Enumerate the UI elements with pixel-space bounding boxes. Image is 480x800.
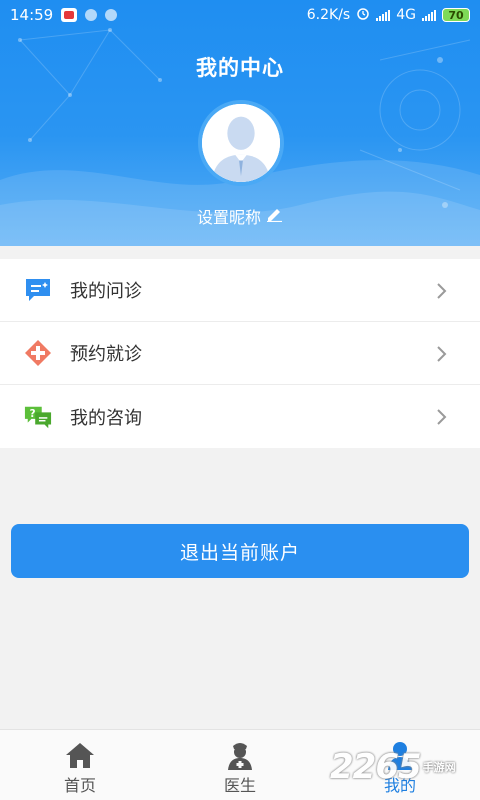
menu-item-my-inquiries[interactable]: ? 我的咨询 (0, 385, 480, 448)
notification-dot-icon (85, 9, 98, 21)
chevron-right-icon (436, 407, 448, 427)
notification-app-icon (61, 8, 78, 22)
network-speed: 6.2K/s (306, 7, 351, 23)
network-type: 4G (396, 7, 416, 23)
menu-item-label: 我的咨询 (70, 407, 142, 429)
chevron-right-icon (436, 281, 448, 301)
bottom-tab-bar: 首页 医生 我的 (0, 729, 480, 800)
chevron-right-icon (436, 344, 448, 364)
status-time: 14:59 (10, 6, 54, 24)
set-nickname-link[interactable]: 设置昵称 (0, 204, 480, 228)
menu-item-appointment[interactable]: 预约就诊 (0, 322, 480, 385)
status-bar: 14:59 6.2K/s 4G 70 (0, 0, 480, 30)
alarm-icon (356, 6, 370, 24)
page-title: 我的中心 (196, 56, 284, 80)
battery-icon: 70 (442, 8, 470, 22)
signal-icon (422, 9, 436, 21)
question-bubble-icon: ? (24, 403, 52, 431)
avatar[interactable] (198, 100, 284, 186)
svg-text:?: ? (30, 408, 36, 420)
home-icon (65, 740, 95, 770)
logout-button[interactable]: 退出当前账户 (11, 524, 469, 578)
medical-cross-icon (24, 339, 52, 367)
nickname-label: 设置昵称 (196, 208, 261, 227)
tab-label: 首页 (63, 776, 96, 795)
doctor-icon (225, 740, 255, 770)
profile-menu: 我的问诊 预约就诊 ? 我的咨询 (0, 259, 480, 448)
tab-home[interactable]: 首页 (0, 730, 160, 800)
menu-item-my-consultations[interactable]: 我的问诊 (0, 259, 480, 322)
tab-mine[interactable]: 我的 (320, 730, 480, 800)
profile-header: 14:59 6.2K/s 4G 70 我的中心 设置昵称 (0, 0, 480, 246)
notification-dot-icon (105, 9, 118, 21)
signal-icon (376, 9, 391, 21)
tab-doctor[interactable]: 医生 (160, 730, 320, 800)
edit-pencil-icon (265, 206, 283, 226)
menu-item-label: 预约就诊 (70, 344, 142, 365)
tab-label: 我的 (383, 776, 416, 795)
user-icon (385, 740, 415, 770)
menu-item-label: 我的问诊 (70, 281, 142, 302)
chat-list-icon (24, 276, 52, 304)
tab-label: 医生 (223, 776, 256, 795)
default-avatar-icon (202, 104, 280, 182)
